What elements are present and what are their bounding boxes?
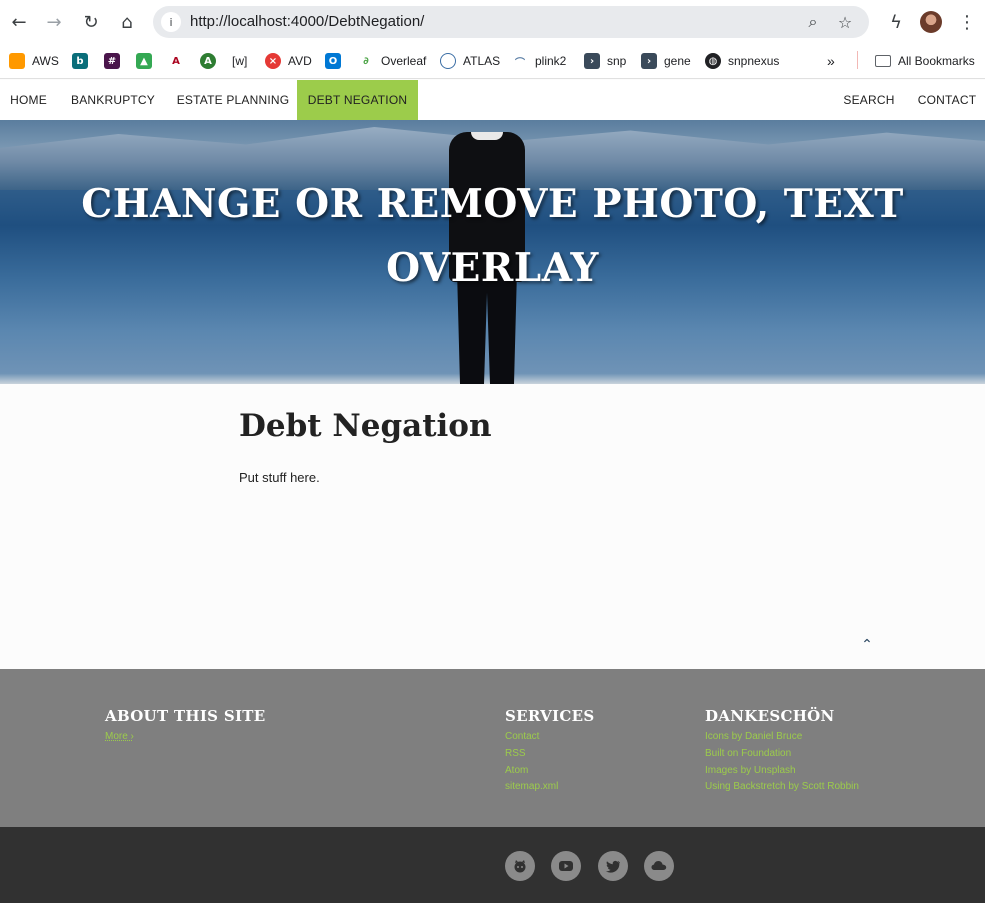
url-text[interactable]: http://localhost:4000/DebtNegation/ (190, 13, 424, 30)
bookmark-wiki[interactable]: [w] (232, 51, 247, 71)
page-title: Debt Negation (239, 408, 492, 444)
footer-link-contact[interactable]: Contact (505, 731, 539, 742)
arrow-left-icon[interactable]: ← (7, 10, 31, 34)
bookmark-slack[interactable]: # (104, 51, 127, 71)
chevron-tag-icon: › (641, 53, 657, 69)
address-bar[interactable]: i http://localhost:4000/DebtNegation/ ⌕ … (153, 6, 869, 38)
footer-link-foundation[interactable]: Built on Foundation (705, 748, 791, 759)
atlas-icon (440, 53, 456, 69)
kebab-menu-icon[interactable]: ⋮ (955, 10, 979, 34)
b-icon: b (72, 53, 88, 69)
overleaf-icon: ∂ (358, 53, 374, 69)
globe-icon: ◍ (705, 53, 721, 69)
bookmark-outlook[interactable]: O (325, 51, 348, 71)
zoom-icon[interactable]: ⌕ (802, 11, 824, 33)
nav-debt-negation[interactable]: DEBT NEGATION (297, 80, 418, 120)
cloud-icon[interactable] (644, 851, 674, 881)
bookmark-avd[interactable]: × AVD (265, 51, 312, 71)
footer-link-rss[interactable]: RSS (505, 748, 526, 759)
a-circle-icon: A (200, 53, 216, 69)
nav-estate-planning[interactable]: ESTATE PLANNING (169, 80, 297, 120)
home-icon[interactable]: ⌂ (115, 10, 139, 34)
reload-icon[interactable]: ↻ (79, 10, 103, 34)
site-nav: HOME BANKRUPTCY ESTATE PLANNING DEBT NEG… (0, 80, 985, 120)
drive-icon: ▲ (136, 53, 152, 69)
browser-toolbar: ← → ↻ ⌂ i http://localhost:4000/DebtNega… (0, 0, 985, 44)
nav-home[interactable]: HOME (0, 80, 57, 120)
chevron-tag-icon: › (584, 53, 600, 69)
bookmark-overleaf[interactable]: ∂ Overleaf (358, 51, 426, 71)
footer-link-sitemap[interactable]: sitemap.xml (505, 781, 558, 792)
bookmark-plink2[interactable]: ⌒ plink2 (512, 51, 566, 71)
twitter-icon[interactable] (598, 851, 628, 881)
folder-icon (875, 55, 891, 67)
youtube-icon[interactable] (551, 851, 581, 881)
footer-links-section (0, 669, 985, 827)
chevron-up-icon[interactable]: ⌃ (858, 636, 876, 654)
bookmarks-divider (857, 51, 858, 69)
bookmark-snpnexus[interactable]: ◍ snpnexus (705, 51, 779, 71)
bookmark-aws[interactable]: AWS (9, 51, 59, 71)
more-bookmarks-button[interactable]: » (827, 51, 835, 71)
page-body: Put stuff here. (239, 470, 320, 485)
bookmark-app[interactable]: A (200, 51, 223, 71)
bookmarks-bar: AWS b # ▲ A A [w] × AVD O ∂ Overleaf ATLAS… (0, 44, 985, 79)
footer-link-backstretch[interactable]: Using Backstretch by Scott Robbin (705, 781, 859, 792)
bookmark-atlas[interactable]: ATLAS (440, 51, 500, 71)
star-icon[interactable]: ☆ (834, 11, 856, 33)
outlook-icon: O (325, 53, 341, 69)
footer-more-link[interactable]: More › (105, 731, 134, 742)
nav-search[interactable]: SEARCH (834, 80, 904, 120)
avatar[interactable] (920, 11, 942, 33)
nav-bankruptcy[interactable]: BANKRUPTCY (57, 80, 169, 120)
bookmark-arizona[interactable]: A (168, 51, 191, 71)
arrow-right-icon[interactable]: → (42, 10, 66, 34)
footer-services-heading: SERVICES (505, 707, 595, 725)
footer-link-unsplash[interactable]: Images by Unsplash (705, 765, 796, 776)
all-bookmarks-button[interactable]: All Bookmarks (875, 51, 975, 71)
footer-link-icons[interactable]: Icons by Daniel Bruce (705, 731, 802, 742)
bolt-icon[interactable]: ϟ (884, 10, 908, 34)
slack-icon: # (104, 53, 120, 69)
github-icon[interactable] (505, 851, 535, 881)
site-info-icon[interactable]: i (161, 12, 181, 32)
hero-title: CHANGE OR REMOVE PHOTO, TEXT OVERLAY (81, 181, 904, 291)
bookmark-gene[interactable]: › gene (641, 51, 691, 71)
bookmark-drive[interactable]: ▲ (136, 51, 159, 71)
avd-icon: × (265, 53, 281, 69)
a-logo-icon: A (168, 53, 184, 69)
footer-link-atom[interactable]: Atom (505, 765, 528, 776)
footer-social-bar (0, 827, 985, 903)
bookmark-b[interactable]: b (72, 51, 95, 71)
cube-icon (9, 53, 25, 69)
footer-about-heading: ABOUT THIS SITE (105, 707, 266, 725)
nav-contact[interactable]: CONTACT (909, 80, 985, 120)
footer-thanks-heading: DANKESCHÖN (705, 707, 835, 725)
plink-icon: ⌒ (512, 53, 528, 69)
bookmark-snp[interactable]: › snp (584, 51, 626, 71)
